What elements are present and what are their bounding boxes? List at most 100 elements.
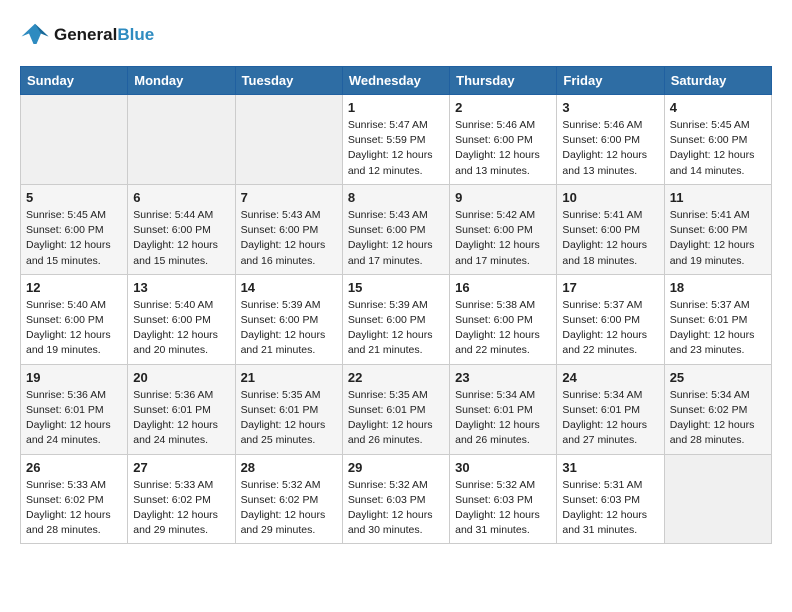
calendar-cell: 16 Sunrise: 5:38 AM Sunset: 6:00 PM Dayli…	[450, 274, 557, 364]
day-info: Sunrise: 5:36 AM Sunset: 6:01 PM Dayligh…	[133, 388, 229, 449]
day-number: 6	[133, 190, 229, 205]
day-info: Sunrise: 5:36 AM Sunset: 6:01 PM Dayligh…	[26, 388, 122, 449]
calendar-cell	[235, 95, 342, 185]
day-info: Sunrise: 5:32 AM Sunset: 6:02 PM Dayligh…	[241, 478, 337, 539]
calendar-cell: 29 Sunrise: 5:32 AM Sunset: 6:03 PM Dayli…	[342, 454, 449, 544]
day-number: 9	[455, 190, 551, 205]
calendar-cell: 14 Sunrise: 5:39 AM Sunset: 6:00 PM Dayli…	[235, 274, 342, 364]
day-info: Sunrise: 5:33 AM Sunset: 6:02 PM Dayligh…	[26, 478, 122, 539]
calendar-week-2: 5 Sunrise: 5:45 AM Sunset: 6:00 PM Daylig…	[21, 184, 772, 274]
day-info: Sunrise: 5:33 AM Sunset: 6:02 PM Dayligh…	[133, 478, 229, 539]
calendar-cell: 30Sunrise: 5:32 AM Sunset: 6:03 PM Dayli…	[450, 454, 557, 544]
day-info: Sunrise: 5:37 AM Sunset: 6:01 PM Dayligh…	[670, 298, 766, 359]
day-info: Sunrise: 5:37 AM Sunset: 6:00 PM Dayligh…	[562, 298, 658, 359]
calendar-cell: 26 Sunrise: 5:33 AM Sunset: 6:02 PM Dayli…	[21, 454, 128, 544]
day-info: Sunrise: 5:35 AM Sunset: 6:01 PM Dayligh…	[241, 388, 337, 449]
day-number: 4	[670, 100, 766, 115]
calendar-cell: 12 Sunrise: 5:40 AM Sunset: 6:00 PM Dayli…	[21, 274, 128, 364]
calendar-cell: 8 Sunrise: 5:43 AM Sunset: 6:00 PM Daylig…	[342, 184, 449, 274]
day-number: 18	[670, 280, 766, 295]
day-number: 5	[26, 190, 122, 205]
day-info: Sunrise: 5:44 AM Sunset: 6:00 PM Dayligh…	[133, 208, 229, 269]
day-info: Sunrise: 5:39 AM Sunset: 6:00 PM Dayligh…	[241, 298, 337, 359]
day-info: Sunrise: 5:39 AM Sunset: 6:00 PM Dayligh…	[348, 298, 444, 359]
day-info: Sunrise: 5:34 AM Sunset: 6:02 PM Dayligh…	[670, 388, 766, 449]
day-number: 13	[133, 280, 229, 295]
day-number: 7	[241, 190, 337, 205]
day-info: Sunrise: 5:45 AM Sunset: 6:00 PM Dayligh…	[26, 208, 122, 269]
calendar-cell: 22Sunrise: 5:35 AM Sunset: 6:01 PM Dayli…	[342, 364, 449, 454]
day-info: Sunrise: 5:32 AM Sunset: 6:03 PM Dayligh…	[348, 478, 444, 539]
day-info: Sunrise: 5:41 AM Sunset: 6:00 PM Dayligh…	[670, 208, 766, 269]
day-number: 24	[562, 370, 658, 385]
weekday-header-thursday: Thursday	[450, 67, 557, 95]
day-number: 19	[26, 370, 122, 385]
calendar-cell: 13 Sunrise: 5:40 AM Sunset: 6:00 PM Dayli…	[128, 274, 235, 364]
calendar-week-1: 1 Sunrise: 5:47 AM Sunset: 5:59 PM Daylig…	[21, 95, 772, 185]
calendar-cell: 25 Sunrise: 5:34 AM Sunset: 6:02 PM Dayli…	[664, 364, 771, 454]
calendar-cell: 27 Sunrise: 5:33 AM Sunset: 6:02 PM Dayli…	[128, 454, 235, 544]
day-info: Sunrise: 5:31 AM Sunset: 6:03 PM Dayligh…	[562, 478, 658, 539]
day-info: Sunrise: 5:40 AM Sunset: 6:00 PM Dayligh…	[133, 298, 229, 359]
day-number: 3	[562, 100, 658, 115]
calendar-cell: 18 Sunrise: 5:37 AM Sunset: 6:01 PM Dayli…	[664, 274, 771, 364]
weekday-header-saturday: Saturday	[664, 67, 771, 95]
weekday-header-tuesday: Tuesday	[235, 67, 342, 95]
weekday-header-sunday: Sunday	[21, 67, 128, 95]
day-info: Sunrise: 5:46 AM Sunset: 6:00 PM Dayligh…	[455, 118, 551, 179]
calendar-cell: 21 Sunrise: 5:35 AM Sunset: 6:01 PM Dayli…	[235, 364, 342, 454]
calendar-week-3: 12 Sunrise: 5:40 AM Sunset: 6:00 PM Dayli…	[21, 274, 772, 364]
day-number: 8	[348, 190, 444, 205]
day-number: 15	[348, 280, 444, 295]
day-info: Sunrise: 5:40 AM Sunset: 6:00 PM Dayligh…	[26, 298, 122, 359]
logo-icon	[20, 20, 50, 50]
day-number: 10	[562, 190, 658, 205]
day-info: Sunrise: 5:38 AM Sunset: 6:00 PM Dayligh…	[455, 298, 551, 359]
calendar-cell: 7Sunrise: 5:43 AM Sunset: 6:00 PM Daylig…	[235, 184, 342, 274]
calendar-cell: 11 Sunrise: 5:41 AM Sunset: 6:00 PM Dayli…	[664, 184, 771, 274]
calendar-cell: 24Sunrise: 5:34 AM Sunset: 6:01 PM Dayli…	[557, 364, 664, 454]
weekday-header-wednesday: Wednesday	[342, 67, 449, 95]
day-number: 14	[241, 280, 337, 295]
calendar-table: SundayMondayTuesdayWednesdayThursdayFrid…	[20, 66, 772, 544]
day-number: 16	[455, 280, 551, 295]
day-info: Sunrise: 5:42 AM Sunset: 6:00 PM Dayligh…	[455, 208, 551, 269]
calendar-cell: 15 Sunrise: 5:39 AM Sunset: 6:00 PM Dayli…	[342, 274, 449, 364]
calendar-header-row: SundayMondayTuesdayWednesdayThursdayFrid…	[21, 67, 772, 95]
day-number: 20	[133, 370, 229, 385]
calendar-cell: 5 Sunrise: 5:45 AM Sunset: 6:00 PM Daylig…	[21, 184, 128, 274]
weekday-header-friday: Friday	[557, 67, 664, 95]
day-info: Sunrise: 5:47 AM Sunset: 5:59 PM Dayligh…	[348, 118, 444, 179]
day-info: Sunrise: 5:34 AM Sunset: 6:01 PM Dayligh…	[455, 388, 551, 449]
calendar-cell: 10Sunrise: 5:41 AM Sunset: 6:00 PM Dayli…	[557, 184, 664, 274]
calendar-cell: 2 Sunrise: 5:46 AM Sunset: 6:00 PM Daylig…	[450, 95, 557, 185]
day-number: 25	[670, 370, 766, 385]
day-number: 11	[670, 190, 766, 205]
day-number: 2	[455, 100, 551, 115]
day-info: Sunrise: 5:32 AM Sunset: 6:03 PM Dayligh…	[455, 478, 551, 539]
day-number: 1	[348, 100, 444, 115]
day-number: 12	[26, 280, 122, 295]
weekday-header-monday: Monday	[128, 67, 235, 95]
day-number: 28	[241, 460, 337, 475]
day-number: 26	[26, 460, 122, 475]
calendar-cell: 1 Sunrise: 5:47 AM Sunset: 5:59 PM Daylig…	[342, 95, 449, 185]
day-number: 23	[455, 370, 551, 385]
logo: GeneralBlue	[20, 20, 154, 50]
calendar-cell: 19 Sunrise: 5:36 AM Sunset: 6:01 PM Dayli…	[21, 364, 128, 454]
calendar-cell: 28 Sunrise: 5:32 AM Sunset: 6:02 PM Dayli…	[235, 454, 342, 544]
calendar-cell: 17Sunrise: 5:37 AM Sunset: 6:00 PM Dayli…	[557, 274, 664, 364]
calendar-cell	[128, 95, 235, 185]
day-info: Sunrise: 5:43 AM Sunset: 6:00 PM Dayligh…	[348, 208, 444, 269]
calendar-cell: 20 Sunrise: 5:36 AM Sunset: 6:01 PM Dayli…	[128, 364, 235, 454]
day-info: Sunrise: 5:45 AM Sunset: 6:00 PM Dayligh…	[670, 118, 766, 179]
calendar-cell: 3Sunrise: 5:46 AM Sunset: 6:00 PM Daylig…	[557, 95, 664, 185]
day-number: 21	[241, 370, 337, 385]
calendar-cell	[21, 95, 128, 185]
day-number: 29	[348, 460, 444, 475]
calendar-cell: 23 Sunrise: 5:34 AM Sunset: 6:01 PM Dayli…	[450, 364, 557, 454]
day-number: 27	[133, 460, 229, 475]
day-info: Sunrise: 5:35 AM Sunset: 6:01 PM Dayligh…	[348, 388, 444, 449]
calendar-cell: 6 Sunrise: 5:44 AM Sunset: 6:00 PM Daylig…	[128, 184, 235, 274]
calendar-cell: 9 Sunrise: 5:42 AM Sunset: 6:00 PM Daylig…	[450, 184, 557, 274]
